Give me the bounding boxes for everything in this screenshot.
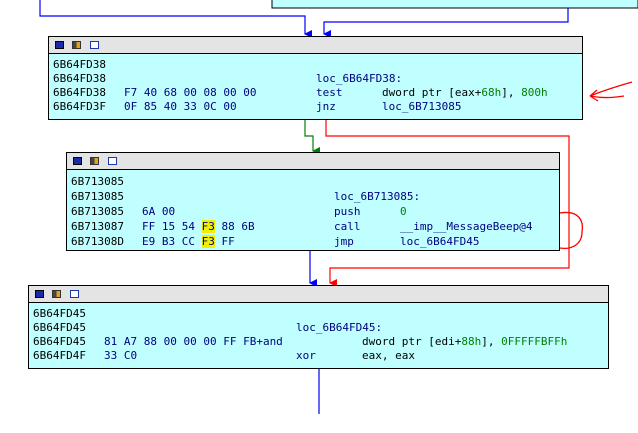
operand-offset: 88h	[461, 335, 482, 348]
operand-offset: 68h	[481, 86, 502, 99]
highlighted-byte: F3	[201, 235, 215, 248]
address: 6B64FD45	[33, 321, 86, 334]
address: 6B713085	[71, 175, 124, 188]
address: 6B713085	[71, 205, 124, 218]
mnemonic: jmp	[334, 235, 354, 248]
opcode-bytes-and-mnemonic: 81 A7 88 00 00 00 FF FB+and	[104, 335, 283, 348]
operand: eax, eax	[362, 349, 415, 362]
code-line: 6B713087 FF 15 54 F3 88 6B call __imp__M…	[71, 220, 532, 234]
code-block-loc-6b64fd38[interactable]: 6B64FD38 6B64FD38 loc_6B64FD38: 6B64FD38…	[48, 36, 583, 120]
mnemonic: push	[334, 205, 361, 218]
address: 6B64FD3F	[53, 100, 106, 113]
address: 6B713085	[71, 190, 124, 203]
block-title-bar[interactable]	[67, 153, 559, 170]
code-block-loc-6b64fd45[interactable]: 6B64FD45 6B64FD45 loc_6B64FD45: 6B64FD45…	[28, 285, 609, 369]
code-line: 6B64FD3F 0F 85 40 33 0C 00 jnz loc_6B713…	[53, 100, 461, 114]
address: 6B64FD45	[33, 307, 86, 320]
address: 6B64FD38	[53, 86, 106, 99]
block-title-bar[interactable]	[49, 37, 582, 54]
opcode-bytes: 6A 00	[142, 205, 176, 218]
graph-group-icon[interactable]	[52, 290, 61, 298]
mnemonic: jnz	[316, 100, 336, 113]
mnemonic: call	[334, 220, 361, 233]
code-line: 6B64FD45 81 A7 88 00 00 00 FF FB+and dwo…	[33, 335, 567, 349]
code-line: 6B64FD38 F7 40 68 00 08 00 00 test dword…	[53, 86, 548, 100]
edge-false-branch	[304, 120, 320, 155]
address: 6B64FD45	[33, 335, 86, 348]
partial-block-above	[271, 0, 638, 9]
annotation-circle	[559, 211, 584, 250]
edge-in-right	[323, 8, 569, 38]
edge-in-left	[39, 0, 312, 38]
block-title-bar[interactable]	[29, 286, 608, 303]
label-loc-6b64fd45[interactable]: loc_6B64FD45:	[296, 321, 382, 335]
label-loc-6b713085[interactable]: loc_6B713085:	[334, 190, 420, 204]
label-loc-6b64fd38[interactable]: loc_6B64FD38:	[316, 72, 402, 86]
operand-part: ],	[501, 86, 522, 99]
opcode-bytes: FF 15 54 F3 88 6B	[142, 220, 255, 234]
jump-target[interactable]: loc_6B713085	[382, 100, 461, 114]
graph-color-icon[interactable]	[73, 157, 82, 165]
code-line: 6B713085 6A 00 push 0	[71, 205, 407, 219]
bytes-part: 88 6B	[214, 220, 255, 233]
code-line: 6B64FD45	[33, 307, 86, 321]
opcode-bytes: F7 40 68 00 08 00 00	[124, 86, 257, 99]
code-line: 6B64FD38	[53, 58, 106, 72]
call-target[interactable]: __imp__MessageBeep@4	[400, 220, 532, 234]
graph-color-icon[interactable]	[35, 290, 44, 298]
operand-immediate: 800h	[521, 86, 548, 99]
address: 6B64FD4F	[33, 349, 86, 362]
address: 6B71308D	[71, 235, 124, 248]
address: 6B713087	[71, 220, 124, 233]
bytes-part: FF	[214, 235, 235, 248]
mnemonic: xor	[296, 349, 316, 362]
address: 6B64FD38	[53, 72, 106, 85]
opcode-bytes: E9 B3 CC F3 FF	[142, 235, 235, 249]
address: 6B64FD38	[53, 58, 106, 71]
code-line: 6B64FD45 loc_6B64FD45:	[33, 321, 382, 335]
annotation-arrow	[589, 81, 633, 102]
opcode-bytes: 0F 85 40 33 0C 00	[124, 100, 237, 113]
code-line: 6B71308D E9 B3 CC F3 FF jmp loc_6B64FD45	[71, 235, 479, 249]
code-block-loc-6b713085[interactable]: 6B713085 6B713085 loc_6B713085: 6B713085…	[66, 152, 560, 251]
mnemonic: test	[316, 86, 343, 99]
graph-node-icon[interactable]	[90, 41, 99, 49]
operand: dword ptr [edi+88h], 0FFFFFBFFh	[362, 335, 567, 349]
graph-group-icon[interactable]	[72, 41, 81, 49]
code-line: 6B713085 loc_6B713085:	[71, 190, 420, 204]
operand-immediate: 0FFFFFBFFh	[501, 335, 568, 348]
operand: dword ptr [eax+68h], 800h	[382, 86, 548, 100]
code-line: 6B713085	[71, 175, 124, 189]
jump-target[interactable]: loc_6B64FD45	[400, 235, 479, 249]
bytes-part: E9 B3 CC	[142, 235, 202, 248]
graph-node-icon[interactable]	[108, 157, 117, 165]
operand-part: dword ptr [edi+	[362, 335, 462, 348]
graph-group-icon[interactable]	[90, 157, 99, 165]
graph-color-icon[interactable]	[55, 41, 64, 49]
operand-part: dword ptr [eax+	[382, 86, 482, 99]
bytes-part: FF 15 54	[142, 220, 202, 233]
graph-node-icon[interactable]	[70, 290, 79, 298]
code-line: 6B64FD4F 33 C0 xor eax, eax	[33, 349, 415, 363]
opcode-bytes: 33 C0	[104, 349, 138, 362]
highlighted-byte: F3	[201, 220, 215, 233]
code-line: 6B64FD38 loc_6B64FD38:	[53, 72, 402, 86]
operand-immediate: 0	[400, 205, 407, 218]
operand-part: ],	[481, 335, 502, 348]
